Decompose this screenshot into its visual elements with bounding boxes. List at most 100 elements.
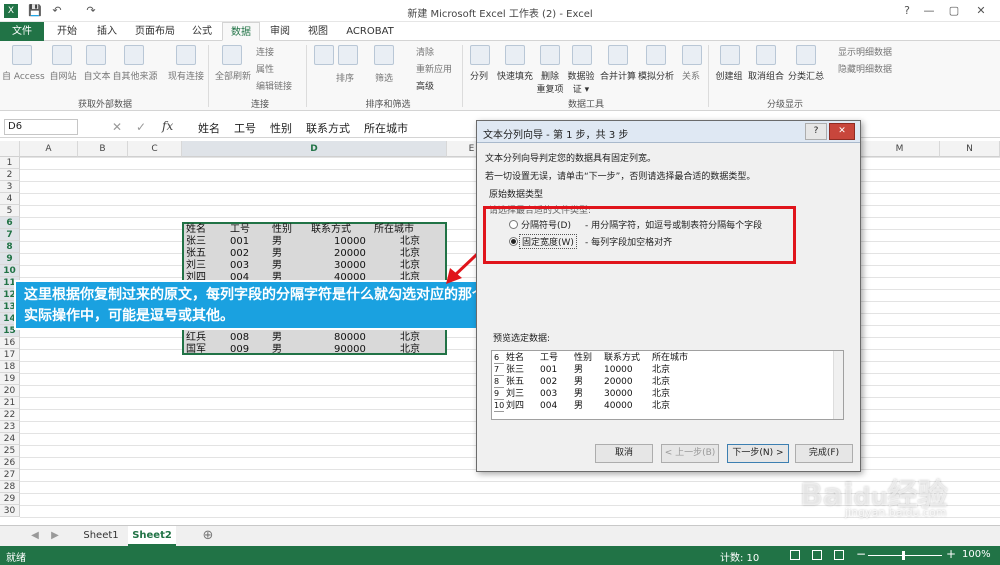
- row-header[interactable]: 30: [0, 505, 20, 517]
- flash-fill-button[interactable]: 快速填充: [494, 69, 536, 82]
- table-cell[interactable]: 刘三: [186, 260, 206, 272]
- table-cell[interactable]: 张三: [186, 236, 206, 248]
- row-header[interactable]: 8: [0, 241, 20, 253]
- table-cell[interactable]: 红兵: [186, 332, 206, 344]
- table-cell[interactable]: 80000: [334, 332, 366, 344]
- row-header[interactable]: 26: [0, 457, 20, 469]
- finish-button[interactable]: 完成(F): [795, 444, 853, 463]
- formula-input[interactable]: 姓名 工号 性别 联系方式 所在城市: [198, 120, 408, 136]
- consolidate-button[interactable]: 合并计算: [596, 69, 640, 82]
- header-cell-id[interactable]: 工号: [230, 224, 250, 236]
- cancel-icon[interactable]: ✕: [112, 120, 122, 134]
- table-cell[interactable]: 20000: [334, 248, 366, 260]
- row-header[interactable]: 20: [0, 385, 20, 397]
- row-header[interactable]: 3: [0, 181, 20, 193]
- name-box[interactable]: D6: [4, 119, 78, 135]
- tab-review[interactable]: 审阅: [264, 22, 296, 41]
- from-other-sources-button[interactable]: 自其他来源: [110, 69, 160, 82]
- table-cell[interactable]: 002: [230, 248, 249, 260]
- table-cell[interactable]: 国军: [186, 344, 206, 356]
- table-cell[interactable]: 10000: [334, 236, 366, 248]
- close-button[interactable]: ✕: [972, 3, 990, 19]
- row-header[interactable]: 25: [0, 445, 20, 457]
- row-header[interactable]: 1: [0, 157, 20, 169]
- table-cell[interactable]: 男: [272, 260, 282, 272]
- table-cell[interactable]: 003: [230, 260, 249, 272]
- select-all-corner[interactable]: [0, 141, 20, 157]
- cancel-button[interactable]: 取消: [595, 444, 653, 463]
- next-button[interactable]: 下一步(N) >: [727, 444, 789, 463]
- what-if-analysis-button[interactable]: 模拟分析: [636, 69, 676, 82]
- header-cell-gender[interactable]: 性别: [272, 224, 292, 236]
- fx-icon[interactable]: fx: [162, 119, 173, 133]
- page-layout-view-icon[interactable]: [812, 550, 822, 560]
- tab-home[interactable]: 开始: [50, 22, 84, 41]
- normal-view-icon[interactable]: [790, 550, 800, 560]
- preview-scrollbar[interactable]: [833, 351, 843, 419]
- row-header[interactable]: 6: [0, 217, 20, 229]
- table-cell[interactable]: 北京: [400, 236, 420, 248]
- relationships-button[interactable]: 关系: [676, 69, 706, 82]
- table-cell[interactable]: 009: [230, 344, 249, 356]
- row-header[interactable]: 29: [0, 493, 20, 505]
- column-header-b[interactable]: B: [78, 141, 128, 157]
- tab-file[interactable]: 文件: [0, 22, 44, 41]
- row-header[interactable]: 10: [0, 265, 20, 277]
- column-header-n[interactable]: N: [940, 141, 1000, 157]
- tab-insert[interactable]: 插入: [90, 22, 124, 41]
- sheet-tab-2[interactable]: Sheet2: [128, 526, 176, 546]
- reapply-button[interactable]: 重新应用: [416, 62, 452, 75]
- from-web-button[interactable]: 自网站: [44, 69, 82, 82]
- prev-sheet-icon[interactable]: ◀: [28, 526, 42, 546]
- table-cell[interactable]: 90000: [334, 344, 366, 356]
- sheet-tab-1[interactable]: Sheet1: [78, 526, 124, 546]
- table-cell[interactable]: 北京: [400, 260, 420, 272]
- existing-connections-button[interactable]: 现有连接: [162, 69, 210, 82]
- row-header[interactable]: 17: [0, 349, 20, 361]
- properties-button[interactable]: 属性: [256, 62, 274, 75]
- dialog-close-button[interactable]: ✕: [829, 123, 855, 140]
- hide-detail-button[interactable]: 隐藏明细数据: [838, 62, 892, 75]
- tab-formulas[interactable]: 公式: [186, 22, 218, 41]
- zoom-slider[interactable]: [868, 555, 942, 556]
- refresh-all-button[interactable]: 全部刷新: [210, 69, 256, 82]
- tab-view[interactable]: 视图: [302, 22, 334, 41]
- table-cell[interactable]: 008: [230, 332, 249, 344]
- data-preview[interactable]: 6 姓名 工号 性别 联系方式 所在城市 7 张三 001 男 10000 北京 8 张五 002 男 2000…: [491, 350, 844, 420]
- row-header[interactable]: 22: [0, 409, 20, 421]
- table-cell[interactable]: 张五: [186, 248, 206, 260]
- remove-duplicates-button[interactable]: 删除 重复项: [534, 69, 566, 95]
- page-break-view-icon[interactable]: [834, 550, 844, 560]
- next-sheet-icon[interactable]: ▶: [48, 526, 62, 546]
- show-detail-button[interactable]: 显示明细数据: [838, 45, 892, 58]
- column-header-m[interactable]: M: [860, 141, 940, 157]
- table-cell[interactable]: 男: [272, 332, 282, 344]
- row-header[interactable]: 5: [0, 205, 20, 217]
- table-cell[interactable]: 男: [272, 344, 282, 356]
- edit-links-button[interactable]: 编辑链接: [256, 79, 292, 92]
- zoom-out-icon[interactable]: −: [856, 547, 866, 561]
- enter-icon[interactable]: ✓: [136, 120, 146, 134]
- column-header-d[interactable]: D: [182, 141, 447, 157]
- row-header[interactable]: 18: [0, 361, 20, 373]
- table-cell[interactable]: 001: [230, 236, 249, 248]
- column-header-a[interactable]: A: [20, 141, 78, 157]
- row-header[interactable]: 16: [0, 337, 20, 349]
- zoom-slider-thumb[interactable]: [902, 551, 905, 560]
- connections-button[interactable]: 连接: [256, 45, 274, 58]
- restore-button[interactable]: ▢: [945, 3, 963, 19]
- tab-page-layout[interactable]: 页面布局: [130, 22, 180, 41]
- data-validation-button[interactable]: 数据验 证 ▾: [564, 69, 598, 95]
- sort-button[interactable]: 排序: [330, 71, 360, 84]
- clear-button[interactable]: 清除: [416, 45, 434, 58]
- table-cell[interactable]: 30000: [334, 260, 366, 272]
- advanced-button[interactable]: 高级: [416, 79, 434, 92]
- tab-data[interactable]: 数据: [222, 22, 260, 41]
- table-cell[interactable]: 男: [272, 248, 282, 260]
- minimize-button[interactable]: —: [920, 3, 938, 19]
- row-header[interactable]: 4: [0, 193, 20, 205]
- filter-button[interactable]: 筛选: [368, 71, 400, 84]
- row-header[interactable]: 7: [0, 229, 20, 241]
- table-cell[interactable]: 北京: [400, 344, 420, 356]
- group-button[interactable]: 创建组: [712, 69, 746, 82]
